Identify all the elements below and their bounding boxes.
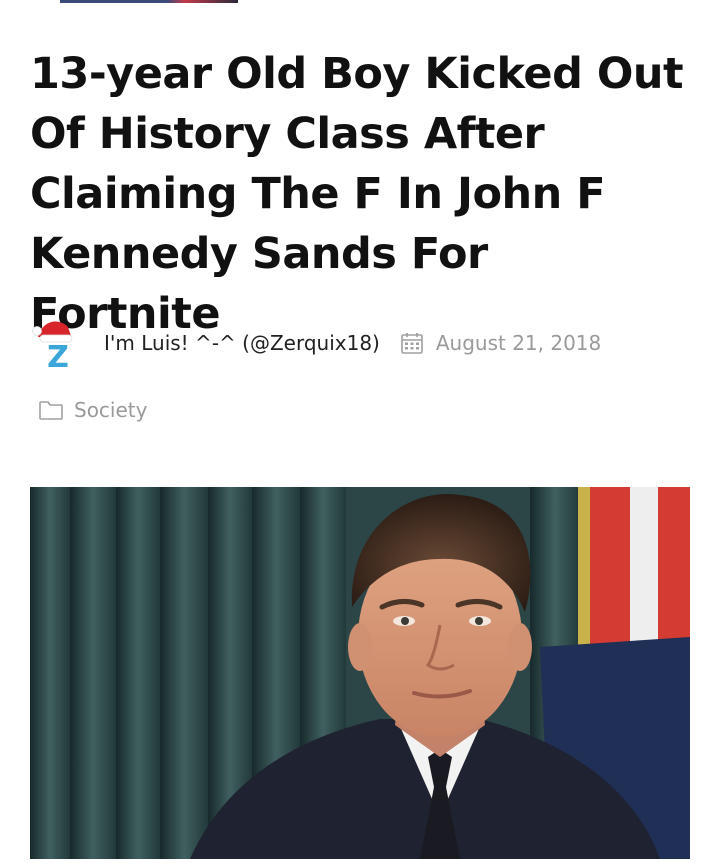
article-category: Society [38, 394, 147, 426]
author-avatar[interactable]: Z [32, 315, 76, 375]
calendar-icon [401, 333, 423, 354]
category-link[interactable]: Society [74, 398, 147, 422]
article-meta: Z I'm Luis! ^-^ (@Zerquix18) August 21, … [30, 314, 690, 375]
portrait-photo [30, 487, 690, 859]
top-banner-strip [60, 0, 238, 3]
date-text: August 21, 2018 [435, 331, 602, 355]
author-name[interactable]: I'm Luis! ^-^ (@Zerquix18) [104, 331, 380, 355]
article-hero-image [30, 487, 690, 859]
svg-text:Z: Z [47, 340, 69, 371]
folder-icon [39, 401, 63, 420]
article-title: 13-year Old Boy Kicked Out Of History Cl… [30, 49, 684, 339]
santa-hat-z-avatar-icon: Z [32, 321, 73, 375]
post-date: August 21, 2018 [400, 331, 601, 355]
